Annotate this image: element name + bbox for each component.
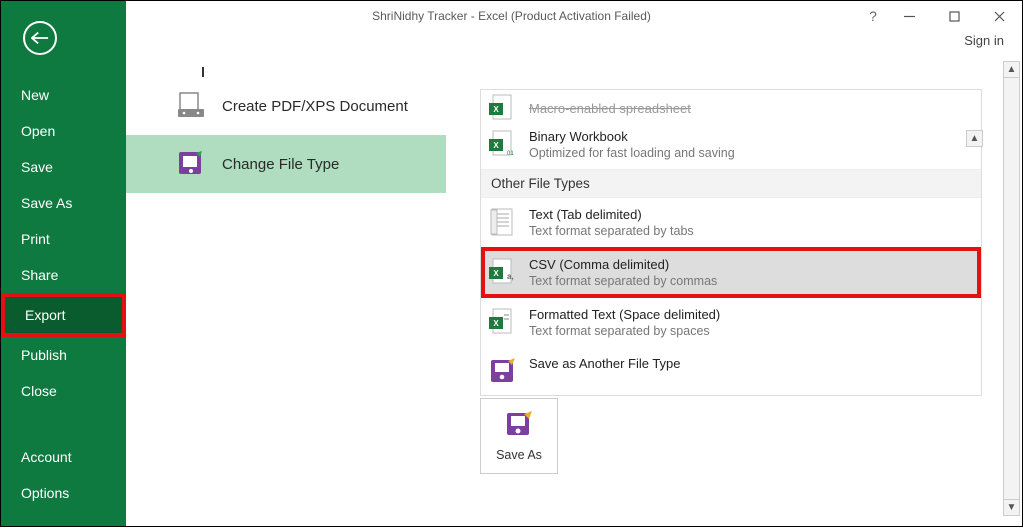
backstage-sidebar: New Open Save Save As Print Share Export…: [1, 1, 126, 526]
highlight-export: Export: [1, 293, 126, 337]
csv-file-icon: Xa,: [489, 257, 515, 287]
svg-text:X: X: [493, 105, 499, 114]
close-button[interactable]: [977, 2, 1022, 30]
export-create-pdf-xps[interactable]: Create PDF/XPS Document: [126, 77, 446, 135]
panel-scroll-up[interactable]: ▲: [966, 130, 983, 147]
scroll-down-icon[interactable]: ▼: [1003, 499, 1020, 516]
save-as-button-icon: [504, 410, 534, 440]
file-type-binary-workbook[interactable]: X 01 Binary Workbook Optimized for fast l…: [481, 120, 981, 169]
highlight-csv: Xa, CSV (Comma delimited) Text format se…: [481, 247, 981, 298]
xlsm-icon: X: [489, 93, 515, 123]
file-type-texts: CSV (Comma delimited) Text format separa…: [529, 257, 717, 288]
nav-separator: [1, 409, 126, 439]
file-type-title: Save as Another File Type: [529, 356, 681, 371]
nav-close[interactable]: Close: [1, 373, 126, 409]
file-type-title: Binary Workbook: [529, 129, 735, 144]
nav-save[interactable]: Save: [1, 149, 126, 185]
nav-new[interactable]: New: [1, 77, 126, 113]
nav-share[interactable]: Share: [1, 257, 126, 293]
file-type-texts: Binary Workbook Optimized for fast loadi…: [529, 129, 735, 160]
save-as-icon: [489, 356, 515, 386]
export-option-label: Create PDF/XPS Document: [222, 98, 408, 115]
file-type-texts: Text (Tab delimited) Text format separat…: [529, 207, 694, 238]
file-type-another[interactable]: Save as Another File Type: [481, 347, 981, 395]
scroll-track[interactable]: [1003, 78, 1020, 499]
prn-file-icon: X: [489, 307, 515, 337]
save-as-button[interactable]: Save As: [480, 398, 558, 474]
text-file-icon: [489, 207, 515, 237]
svg-text:01: 01: [507, 151, 514, 157]
file-type-title: CSV (Comma delimited): [529, 257, 717, 272]
nav-open[interactable]: Open: [1, 113, 126, 149]
file-type-formatted-text[interactable]: X Formatted Text (Space delimited) Text …: [481, 298, 981, 347]
minimize-button[interactable]: [887, 2, 932, 30]
file-type-texts: Formatted Text (Space delimited) Text fo…: [529, 307, 720, 338]
file-type-desc: Text format separated by tabs: [529, 224, 694, 238]
svg-text:X: X: [493, 319, 499, 328]
nav-print[interactable]: Print: [1, 221, 126, 257]
file-type-panel: ▲ X Macro-enabled spreadsheet X 01 Binary…: [480, 89, 982, 396]
file-type-title: Macro-enabled spreadsheet: [529, 101, 691, 116]
nav-account[interactable]: Account: [1, 439, 126, 475]
section-header-other: Other File Types: [481, 169, 981, 198]
nav-export[interactable]: Export: [5, 297, 122, 333]
file-type-desc: Text format separated by spaces: [529, 324, 720, 338]
svg-text:X: X: [493, 269, 499, 278]
change-file-type-icon: [176, 149, 206, 179]
vertical-scrollbar[interactable]: ▲ ▼: [1003, 61, 1020, 516]
file-type-desc: Text format separated by commas: [529, 274, 717, 288]
window-title: ShriNidhy Tracker - Excel (Product Activ…: [372, 9, 651, 23]
nav-options[interactable]: Options: [1, 475, 126, 511]
scroll-up-icon[interactable]: ▲: [1003, 61, 1020, 78]
file-type-column: ▲ X Macro-enabled spreadsheet X 01 Binary…: [446, 57, 1022, 526]
help-button[interactable]: ?: [859, 8, 887, 24]
back-button[interactable]: [23, 21, 57, 55]
window-controls: ?: [859, 2, 1022, 30]
file-type-texts: Save as Another File Type: [529, 356, 681, 371]
file-type-text-tab[interactable]: Text (Tab delimited) Text format separat…: [481, 198, 981, 247]
pdf-xps-icon: [176, 91, 206, 121]
file-type-title: Text (Tab delimited): [529, 207, 694, 222]
svg-text:a,: a,: [507, 272, 514, 281]
titlebar: ShriNidhy Tracker - Excel (Product Activ…: [1, 1, 1022, 31]
heading-cut: [126, 57, 446, 77]
nav-publish[interactable]: Publish: [1, 337, 126, 373]
sign-in-link[interactable]: Sign in: [964, 33, 1004, 48]
save-as-button-label: Save As: [496, 448, 542, 462]
maximize-button[interactable]: [932, 2, 977, 30]
svg-text:X: X: [493, 141, 499, 150]
file-type-csv[interactable]: Xa, CSV (Comma delimited) Text format se…: [485, 251, 977, 294]
file-type-desc: Optimized for fast loading and saving: [529, 146, 735, 160]
xlsb-icon: X 01: [489, 129, 515, 159]
nav-save-as[interactable]: Save As: [1, 185, 126, 221]
file-type-title: Formatted Text (Space delimited): [529, 307, 720, 322]
export-change-file-type[interactable]: Change File Type: [126, 135, 446, 193]
export-option-label: Change File Type: [222, 156, 339, 173]
file-type-row-cut[interactable]: X Macro-enabled spreadsheet: [481, 90, 981, 120]
backstage-content: Create PDF/XPS Document Change File Type…: [126, 57, 1022, 526]
export-options-column: Create PDF/XPS Document Change File Type: [126, 57, 446, 526]
